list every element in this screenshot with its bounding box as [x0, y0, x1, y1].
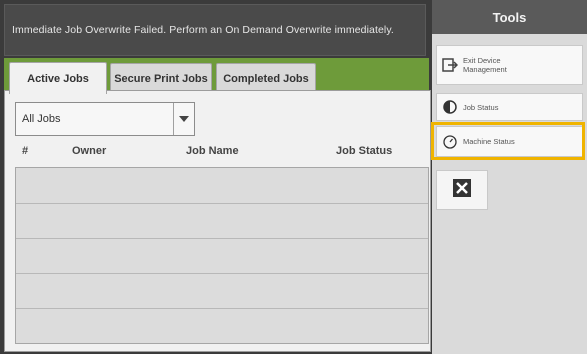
tab-secure-print-jobs[interactable]: Secure Print Jobs: [110, 63, 212, 93]
tab-active-jobs[interactable]: Active Jobs: [9, 62, 107, 94]
exit-icon: [437, 57, 463, 73]
overwrite-warning-banner: Immediate Job Overwrite Failed. Perform …: [4, 4, 426, 56]
tab-label: Secure Print Jobs: [114, 72, 208, 85]
column-header-job-status[interactable]: Job Status: [336, 145, 392, 157]
chevron-down-icon: [179, 116, 189, 122]
job-status-button[interactable]: Job Status: [436, 93, 583, 121]
job-status-label: Job Status: [463, 102, 499, 112]
job-list[interactable]: [15, 167, 429, 344]
job-status-icon: [437, 100, 463, 114]
close-icon: [453, 178, 471, 202]
exit-device-management-label: Exit Device Management: [463, 55, 507, 74]
column-header-number[interactable]: #: [22, 145, 28, 157]
tab-label: Active Jobs: [27, 72, 89, 85]
close-button[interactable]: [436, 170, 488, 210]
table-row-divider: [16, 308, 428, 309]
job-filter-value: All Jobs: [22, 113, 61, 125]
table-row-divider: [16, 273, 428, 274]
column-header-owner[interactable]: Owner: [72, 145, 106, 157]
dropdown-arrow[interactable]: [173, 103, 194, 135]
column-header-job-name[interactable]: Job Name: [186, 145, 239, 157]
tab-label: Completed Jobs: [223, 72, 309, 85]
tools-title: Tools: [432, 0, 587, 34]
banner-message: Immediate Job Overwrite Failed. Perform …: [12, 24, 394, 36]
table-row-divider: [16, 203, 428, 204]
selection-highlight: [431, 122, 585, 160]
tab-completed-jobs[interactable]: Completed Jobs: [216, 63, 316, 93]
exit-device-management-button[interactable]: Exit Device Management: [436, 45, 583, 85]
job-filter-dropdown[interactable]: All Jobs: [15, 102, 195, 136]
table-row-divider: [16, 238, 428, 239]
tools-title-text: Tools: [492, 9, 527, 25]
